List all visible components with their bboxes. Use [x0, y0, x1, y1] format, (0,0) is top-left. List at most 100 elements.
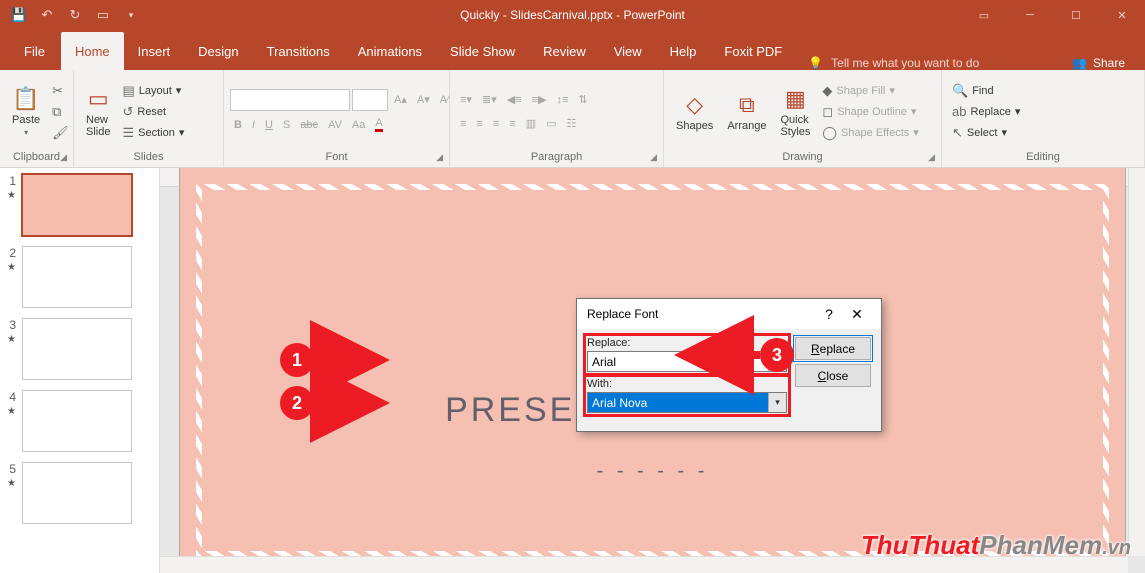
reset-button[interactable]: ↺Reset	[118, 102, 188, 122]
slide-underline-decoration: - - - - - -	[597, 460, 709, 483]
bold-button[interactable]: B	[230, 115, 246, 135]
font-size-combo[interactable]	[352, 89, 388, 111]
smartart-icon[interactable]: ☷	[563, 114, 581, 134]
shapes-button[interactable]: ◇Shapes	[670, 90, 719, 134]
text-direction-icon[interactable]: ⇅	[574, 90, 591, 110]
vertical-scrollbar[interactable]	[1128, 168, 1145, 556]
tab-review[interactable]: Review	[529, 32, 600, 70]
copy-button[interactable]: ⧉	[48, 102, 73, 122]
thumbnail-2[interactable]: 2★	[4, 246, 155, 308]
share-label: Share	[1093, 56, 1125, 70]
tell-me-box[interactable]: 💡 Tell me what you want to do	[808, 56, 979, 70]
tab-animations[interactable]: Animations	[344, 32, 436, 70]
section-button[interactable]: ☰Section ▾	[118, 123, 188, 143]
section-icon: ☰	[122, 125, 134, 141]
increase-font-icon[interactable]: A▴	[390, 89, 411, 111]
align-text-icon[interactable]: ▭	[542, 114, 560, 134]
cut-icon: ✂	[52, 83, 63, 99]
undo-icon[interactable]: ↶	[36, 4, 58, 26]
quick-styles-button[interactable]: ▦Quick Styles	[774, 84, 816, 140]
start-from-beginning-icon[interactable]: ▭	[92, 4, 114, 26]
arrange-button[interactable]: ⧉Arrange	[721, 90, 772, 134]
justify-icon[interactable]: ≡	[505, 114, 519, 134]
title-bar: 💾 ↶ ↻ ▭ ▾ Quickly - SlidesCarnival.pptx …	[0, 0, 1145, 30]
with-dropdown-icon[interactable]: ▾	[768, 393, 786, 412]
line-spacing-icon[interactable]: ↕≡	[552, 90, 572, 110]
layout-button[interactable]: ▤Layout ▾	[118, 81, 188, 101]
shape-outline-button[interactable]: ◻Shape Outline ▾	[818, 102, 922, 122]
strikethrough-button[interactable]: abc	[296, 115, 322, 135]
select-button[interactable]: ↖Select ▾	[948, 123, 1024, 143]
annotation-2: 2	[280, 386, 384, 420]
clipboard-launcher-icon[interactable]: ◢	[60, 152, 67, 163]
tab-insert[interactable]: Insert	[124, 32, 185, 70]
decrease-font-icon[interactable]: A▾	[413, 89, 434, 111]
replace-action-button[interactable]: Replace	[795, 337, 871, 360]
minimize-button[interactable]: ─	[1007, 0, 1053, 30]
watermark: ThuThuatPhanMem.vn	[861, 530, 1131, 561]
paragraph-launcher-icon[interactable]: ◢	[650, 152, 657, 163]
maximize-button[interactable]: ☐	[1053, 0, 1099, 30]
tab-view[interactable]: View	[600, 32, 656, 70]
font-launcher-icon[interactable]: ◢	[436, 152, 443, 163]
tab-home[interactable]: Home	[61, 32, 124, 70]
share-button[interactable]: 👥 Share	[1072, 56, 1137, 70]
group-clipboard: 📋 Paste ▾ ✂ ⧉ 🖌 Clipboard◢	[0, 70, 74, 167]
cut-button[interactable]: ✂	[48, 81, 73, 101]
tell-me-label: Tell me what you want to do	[831, 56, 979, 70]
paste-button[interactable]: 📋 Paste ▾	[6, 84, 46, 139]
decrease-indent-icon[interactable]: ◀≡	[503, 90, 526, 110]
align-center-icon[interactable]: ≡	[472, 114, 486, 134]
bullets-icon[interactable]: ≡▾	[456, 90, 476, 110]
workspace: 1★ 2★ 3★ 4★ 5★ THIS IS YOUR PRESENTATION…	[0, 168, 1145, 573]
tab-slide-show[interactable]: Slide Show	[436, 32, 529, 70]
qat-more-icon[interactable]: ▾	[120, 4, 142, 26]
group-slides: ▭ New Slide ▤Layout ▾ ↺Reset ☰Section ▾ …	[74, 70, 224, 167]
character-spacing-icon[interactable]: AV	[324, 115, 346, 135]
font-name-combo[interactable]	[230, 89, 350, 111]
align-right-icon[interactable]: ≡	[489, 114, 503, 134]
font-color-icon[interactable]: A	[371, 115, 386, 135]
with-input[interactable]	[588, 393, 768, 412]
find-button[interactable]: 🔍Find	[948, 81, 1024, 101]
numbering-icon[interactable]: ≣▾	[478, 90, 501, 110]
with-combo[interactable]: ▾	[587, 392, 787, 413]
drawing-launcher-icon[interactable]: ◢	[928, 152, 935, 163]
thumbnail-1[interactable]: 1★	[4, 174, 155, 236]
thumbnail-5[interactable]: 5★	[4, 462, 155, 524]
ribbon-display-options-icon[interactable]: ▭	[961, 0, 1007, 30]
tab-help[interactable]: Help	[656, 32, 711, 70]
tab-design[interactable]: Design	[184, 32, 252, 70]
shape-fill-button[interactable]: ◆Shape Fill ▾	[818, 81, 922, 101]
tab-foxit-pdf[interactable]: Foxit PDF	[710, 32, 796, 70]
change-case-icon[interactable]: Aa	[348, 115, 369, 135]
increase-indent-icon[interactable]: ≡▶	[528, 90, 551, 110]
dialog-help-icon[interactable]: ?	[815, 306, 843, 322]
replace-button[interactable]: abReplace ▾	[948, 102, 1024, 122]
columns-icon[interactable]: ▥	[522, 114, 540, 134]
thumbnail-4[interactable]: 4★	[4, 390, 155, 452]
thumbnail-3[interactable]: 3★	[4, 318, 155, 380]
underline-button[interactable]: U	[261, 115, 277, 135]
shape-effects-button[interactable]: ◯Shape Effects ▾	[818, 123, 922, 143]
group-label-editing: Editing	[948, 149, 1138, 165]
layout-icon: ▤	[122, 83, 134, 99]
paste-icon: 📋	[12, 86, 39, 112]
with-label: With:	[587, 378, 787, 390]
tab-transitions[interactable]: Transitions	[253, 32, 344, 70]
align-left-icon[interactable]: ≡	[456, 114, 470, 134]
shadow-button[interactable]: S	[279, 115, 294, 135]
quick-access-toolbar: 💾 ↶ ↻ ▭ ▾	[0, 4, 142, 26]
redo-icon[interactable]: ↻	[64, 4, 86, 26]
tab-file[interactable]: File	[8, 32, 61, 70]
close-action-button[interactable]: Close	[795, 364, 871, 387]
italic-button[interactable]: I	[248, 115, 259, 135]
new-slide-button[interactable]: ▭ New Slide	[80, 84, 116, 140]
save-icon[interactable]: 💾	[8, 4, 30, 26]
dialog-titlebar[interactable]: Replace Font ? ✕	[577, 299, 881, 329]
format-painter-button[interactable]: 🖌	[48, 123, 73, 143]
dialog-title: Replace Font	[587, 307, 815, 321]
close-button[interactable]: ✕	[1099, 0, 1145, 30]
dialog-close-icon[interactable]: ✕	[843, 306, 871, 323]
group-label-clipboard: Clipboard◢	[6, 149, 67, 165]
